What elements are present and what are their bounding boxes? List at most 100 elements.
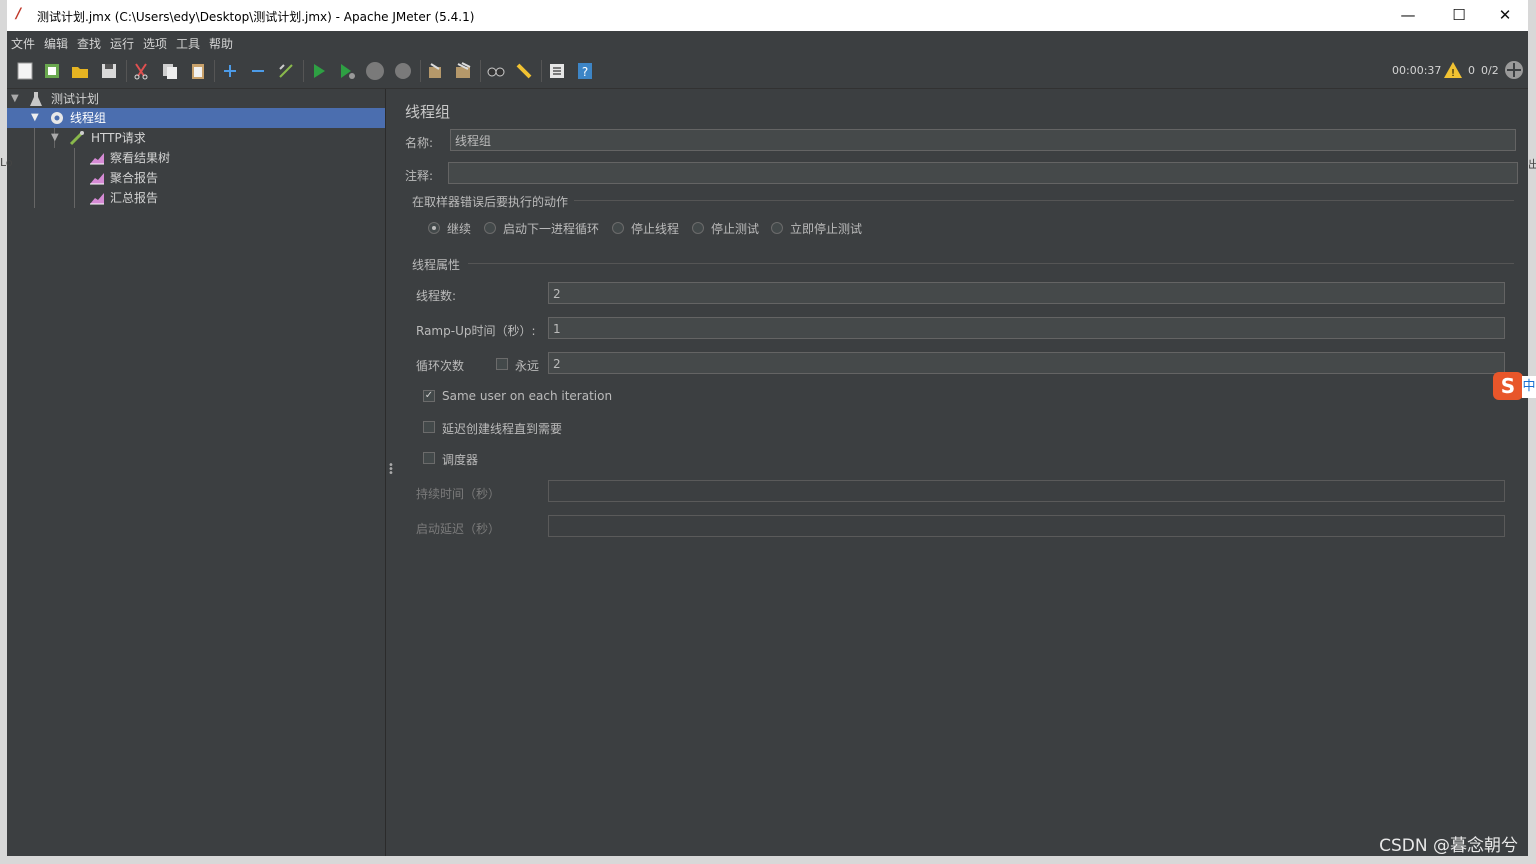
same-user-label[interactable]: Same user on each iteration <box>442 389 612 403</box>
help-icon[interactable]: ? <box>575 61 595 81</box>
ime-mode-icon[interactable]: 中 <box>1522 376 1536 398</box>
threads-field[interactable]: 2 <box>548 282 1505 304</box>
elapsed-time: 00:00:37 <box>1392 64 1442 77</box>
new-icon[interactable] <box>15 61 35 81</box>
menu-run[interactable]: 运行 <box>110 35 134 52</box>
svg-text:!: ! <box>1451 68 1455 79</box>
name-label: 名称: <box>405 136 434 150</box>
rampup-label: Ramp-Up时间（秒）: <box>416 324 536 338</box>
tree-node-http-request[interactable]: ▼ HTTP请求 <box>7 128 385 148</box>
tree-node-results-tree[interactable]: 察看结果树 <box>7 148 385 168</box>
listener-chart-icon <box>90 173 104 185</box>
thread-properties-section-title: 线程属性 <box>412 258 461 272</box>
radio-stop-test[interactable] <box>692 222 704 234</box>
radio-label-stop-test[interactable]: 停止测试 <box>711 220 759 237</box>
loop-count-field[interactable]: 2 <box>548 352 1505 374</box>
radio-stop-thread[interactable] <box>612 222 624 234</box>
radio-stop-test-now[interactable] <box>771 222 783 234</box>
menu-options[interactable]: 选项 <box>143 35 167 52</box>
start-no-pause-icon[interactable] <box>337 61 357 81</box>
panel-title: 线程组 <box>405 103 451 121</box>
paste-icon[interactable] <box>188 61 208 81</box>
name-field[interactable]: 线程组 <box>450 129 1516 151</box>
delay-thread-creation-checkbox[interactable] <box>423 421 435 433</box>
scheduler-checkbox[interactable] <box>423 452 435 464</box>
pipette-icon <box>69 131 84 146</box>
thread-group-panel: 线程组 名称: 线程组 注释: 在取样器错误后要执行的动作 继续 启动下一进程循… <box>394 89 1528 856</box>
toggle-icon[interactable] <box>276 61 296 81</box>
warning-count: 0 <box>1468 64 1475 77</box>
startup-delay-field <box>548 515 1505 537</box>
error-action-section-title: 在取样器错误后要执行的动作 <box>412 195 569 209</box>
tree-node-thread-group[interactable]: ▼ 线程组 <box>7 108 385 128</box>
templates-icon[interactable] <box>42 61 62 81</box>
clear-all-icon[interactable] <box>453 61 473 81</box>
radio-continue[interactable] <box>428 222 440 234</box>
background-window-edge-right: 出 <box>1528 158 1536 171</box>
warning-icon[interactable]: ! <box>1443 60 1463 80</box>
menu-search[interactable]: 查找 <box>77 35 101 52</box>
ime-logo-icon[interactable]: S <box>1493 372 1523 400</box>
search-icon[interactable] <box>486 61 506 81</box>
copy-icon[interactable] <box>160 61 180 81</box>
radio-label-stop-thread[interactable]: 停止线程 <box>631 220 679 237</box>
same-user-checkbox[interactable]: ✓ <box>423 390 435 402</box>
scheduler-label[interactable]: 调度器 <box>442 451 478 468</box>
menu-file[interactable]: 文件 <box>11 35 35 52</box>
active-threads: 0/2 <box>1481 64 1499 77</box>
radio-start-next-loop[interactable] <box>484 222 496 234</box>
window-title: 测试计划.jmx (C:\Users\edy\Desktop\测试计划.jmx)… <box>37 10 475 24</box>
splitter-grip-icon[interactable]: • • • <box>388 461 394 479</box>
rampup-field[interactable]: 1 <box>548 317 1505 339</box>
minimize-button[interactable]: — <box>1385 0 1431 31</box>
loop-count-label: 循环次数 <box>416 359 465 373</box>
start-icon[interactable] <box>309 61 329 81</box>
listener-chart-icon <box>90 193 104 205</box>
jmeter-feather-icon: / <box>16 6 22 22</box>
stop-icon[interactable] <box>365 61 385 81</box>
chevron-down-icon[interactable]: ▼ <box>31 108 39 128</box>
clear-icon[interactable] <box>425 61 445 81</box>
startup-delay-label: 启动延迟（秒） <box>416 522 501 536</box>
menu-edit[interactable]: 编辑 <box>44 35 68 52</box>
remote-status-icon[interactable] <box>1504 60 1524 80</box>
duration-label: 持续时间（秒） <box>416 487 501 501</box>
shutdown-icon[interactable] <box>393 61 413 81</box>
reset-search-icon[interactable] <box>514 61 534 81</box>
expand-icon[interactable] <box>220 61 240 81</box>
radio-label-continue[interactable]: 继续 <box>447 220 471 237</box>
menu-bar: 文件 编辑 查找 运行 选项 工具 帮助 <box>7 31 1528 53</box>
listener-chart-icon <box>90 153 104 165</box>
delay-thread-creation-label[interactable]: 延迟创建线程直到需要 <box>442 420 562 437</box>
maximize-button[interactable]: ☐ <box>1436 0 1482 31</box>
save-icon[interactable] <box>99 61 119 81</box>
tree-node-summary-report[interactable]: 汇总报告 <box>7 188 385 208</box>
open-icon[interactable] <box>70 61 90 81</box>
svg-text:?: ? <box>582 65 588 79</box>
background-window-edge: Lo <box>0 156 13 169</box>
close-button[interactable]: ✕ <box>1482 0 1528 31</box>
tree-node-aggregate-report[interactable]: 聚合报告 <box>7 168 385 188</box>
toolbar: ? 00:00:37 ! 0 0/2 <box>7 53 1528 89</box>
function-helper-icon[interactable] <box>547 61 567 81</box>
threads-label: 线程数: <box>416 289 457 303</box>
radio-label-stop-test-now[interactable]: 立即停止测试 <box>790 220 862 237</box>
forever-label[interactable]: 永远 <box>515 357 539 374</box>
tree-label-thread-group: 线程组 <box>70 111 107 125</box>
chevron-down-icon[interactable]: ▼ <box>51 128 59 148</box>
comment-field[interactable] <box>448 162 1518 184</box>
forever-checkbox[interactable] <box>496 358 508 370</box>
watermark: CSDN @暮念朝兮 <box>1379 836 1518 856</box>
comment-label: 注释: <box>405 169 434 183</box>
cut-icon[interactable] <box>131 61 151 81</box>
radio-label-start-next-loop[interactable]: 启动下一进程循环 <box>503 220 599 237</box>
chevron-down-icon[interactable]: ▼ <box>11 89 19 109</box>
test-plan-icon <box>30 92 42 106</box>
collapse-icon[interactable] <box>248 61 268 81</box>
menu-tools[interactable]: 工具 <box>176 35 200 52</box>
menu-help[interactable]: 帮助 <box>209 35 233 52</box>
jmeter-window: / 测试计划.jmx (C:\Users\edy\Desktop\测试计划.jm… <box>7 0 1528 856</box>
tree-label-test-plan: 测试计划 <box>51 92 100 106</box>
tree-node-test-plan[interactable]: ▼ 测试计划 <box>7 89 385 109</box>
test-plan-tree: ▼ 测试计划 ▼ 线程组 ▼ HTTP请求 察看结果树 聚合报告 汇总报告 <box>7 89 385 856</box>
